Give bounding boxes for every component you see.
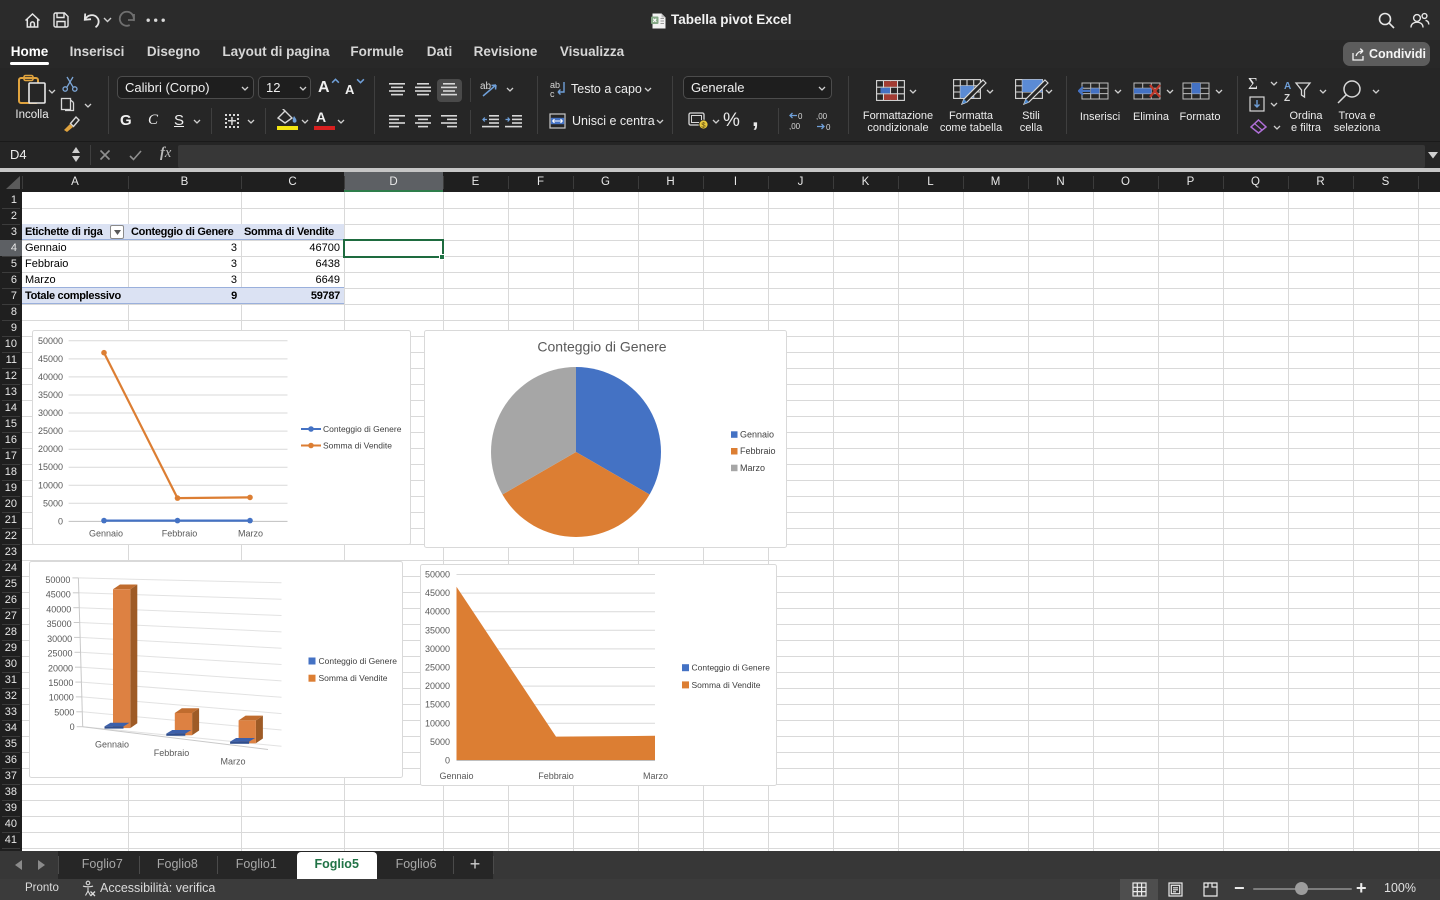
- svg-text:0: 0: [58, 516, 63, 526]
- svg-text:10000: 10000: [49, 693, 74, 703]
- svg-text:0: 0: [70, 722, 75, 732]
- svg-text:Marzo: Marzo: [643, 771, 668, 781]
- svg-text:50000: 50000: [425, 570, 450, 580]
- svg-text:25000: 25000: [425, 663, 450, 673]
- svg-text:15000: 15000: [38, 462, 63, 472]
- svg-text:15000: 15000: [48, 678, 73, 688]
- svg-text:Marzo: Marzo: [220, 757, 245, 767]
- svg-text:40000: 40000: [46, 604, 71, 614]
- svg-text:35000: 35000: [47, 619, 72, 629]
- svg-text:,00: ,00: [816, 112, 828, 121]
- svg-text:Febbraio: Febbraio: [162, 529, 198, 539]
- svg-text:Conteggio di Genere: Conteggio di Genere: [319, 656, 398, 666]
- svg-text:Marzo: Marzo: [238, 529, 263, 539]
- svg-text:Conteggio di Genere: Conteggio di Genere: [323, 424, 402, 434]
- svg-text:20000: 20000: [48, 663, 73, 673]
- svg-text:40000: 40000: [38, 372, 63, 382]
- svg-text:5000: 5000: [43, 498, 63, 508]
- svg-text:35000: 35000: [38, 390, 63, 400]
- svg-text:Somma di Vendite: Somma di Vendite: [323, 441, 392, 451]
- svg-text:Febbraio: Febbraio: [538, 771, 574, 781]
- svg-text:50000: 50000: [38, 336, 63, 346]
- svg-text:Gennaio: Gennaio: [95, 740, 129, 750]
- svg-text:0: 0: [826, 123, 831, 131]
- svg-text:30000: 30000: [425, 644, 450, 654]
- svg-text:5000: 5000: [54, 708, 74, 718]
- svg-text:40000: 40000: [425, 607, 450, 617]
- svg-text:45000: 45000: [425, 588, 450, 598]
- svg-text:c: c: [550, 89, 555, 98]
- svg-text:45000: 45000: [46, 590, 71, 600]
- svg-text:Febbraio: Febbraio: [740, 446, 776, 456]
- svg-text:Somma di Vendite: Somma di Vendite: [319, 673, 388, 683]
- svg-text:A: A: [1284, 81, 1291, 92]
- svg-text:5000: 5000: [430, 737, 450, 747]
- svg-text:30000: 30000: [38, 408, 63, 418]
- svg-text:25000: 25000: [38, 426, 63, 436]
- svg-text:50000: 50000: [45, 575, 70, 585]
- svg-text:Gennaio: Gennaio: [89, 529, 123, 539]
- svg-text:20000: 20000: [38, 444, 63, 454]
- svg-text:45000: 45000: [38, 354, 63, 364]
- svg-text:Febbraio: Febbraio: [154, 748, 190, 758]
- svg-text:Marzo: Marzo: [740, 463, 765, 473]
- svg-text:Gennaio: Gennaio: [439, 771, 473, 781]
- svg-text:0: 0: [445, 756, 450, 766]
- svg-text:Gennaio: Gennaio: [740, 430, 774, 440]
- svg-text:0: 0: [798, 112, 803, 121]
- svg-text:15000: 15000: [425, 700, 450, 710]
- svg-text:Z: Z: [1284, 93, 1290, 102]
- svg-text:Somma di Vendite: Somma di Vendite: [692, 680, 761, 690]
- svg-text:,00: ,00: [789, 122, 801, 131]
- svg-text:Conteggio di Genere: Conteggio di Genere: [692, 663, 771, 673]
- svg-text:20000: 20000: [425, 681, 450, 691]
- svg-text:30000: 30000: [47, 634, 72, 644]
- svg-text:35000: 35000: [425, 625, 450, 635]
- svg-text:10000: 10000: [38, 480, 63, 490]
- svg-text:10000: 10000: [425, 718, 450, 728]
- svg-text:Conteggio di Genere: Conteggio di Genere: [537, 339, 666, 355]
- svg-text:25000: 25000: [47, 649, 72, 659]
